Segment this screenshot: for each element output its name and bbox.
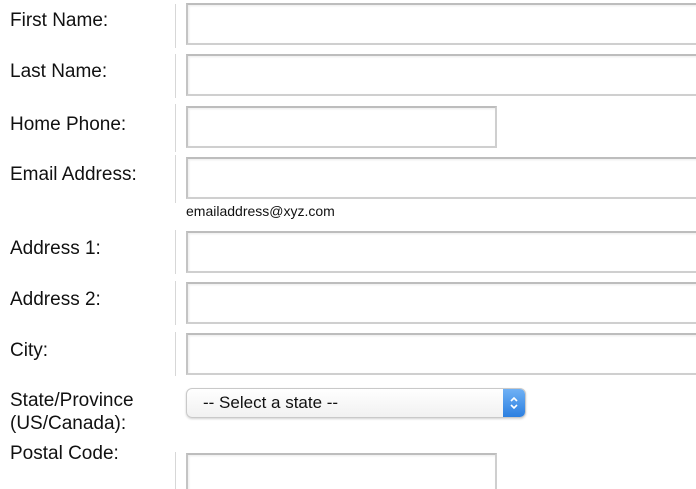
home-phone-label: Home Phone: [10,114,127,135]
divider [175,230,176,274]
address2-label: Address 2: [10,289,101,310]
divider [175,281,176,325]
postal-code-input[interactable] [186,453,497,489]
address1-label: Address 1: [10,238,101,259]
state-label-line2: (US/Canada): [10,413,127,434]
email-input[interactable] [186,157,696,199]
divider [175,155,176,203]
last-name-label: Last Name: [10,61,108,82]
city-label: City: [10,340,48,361]
state-label-line1: State/Province [10,390,134,411]
state-select-value: -- Select a state -- [203,393,339,412]
divider [175,332,176,376]
up-down-chevron-icon[interactable] [503,389,525,417]
email-hint: emailaddress@xyz.com [186,203,335,219]
divider [175,452,176,489]
divider [175,4,176,48]
postal-code-label: Postal Code: [10,443,119,464]
first-name-input[interactable] [186,3,696,45]
contact-form: First Name: Last Name: Home Phone: Email… [0,0,696,489]
city-input[interactable] [186,333,696,375]
address1-input[interactable] [186,231,696,273]
address2-input[interactable] [186,282,696,324]
divider [175,54,176,98]
state-select[interactable]: -- Select a state -- [186,388,526,418]
home-phone-input[interactable] [186,106,497,148]
first-name-label: First Name: [10,10,109,31]
email-label: Email Address: [10,164,137,185]
last-name-input[interactable] [186,54,696,96]
divider [175,104,176,152]
